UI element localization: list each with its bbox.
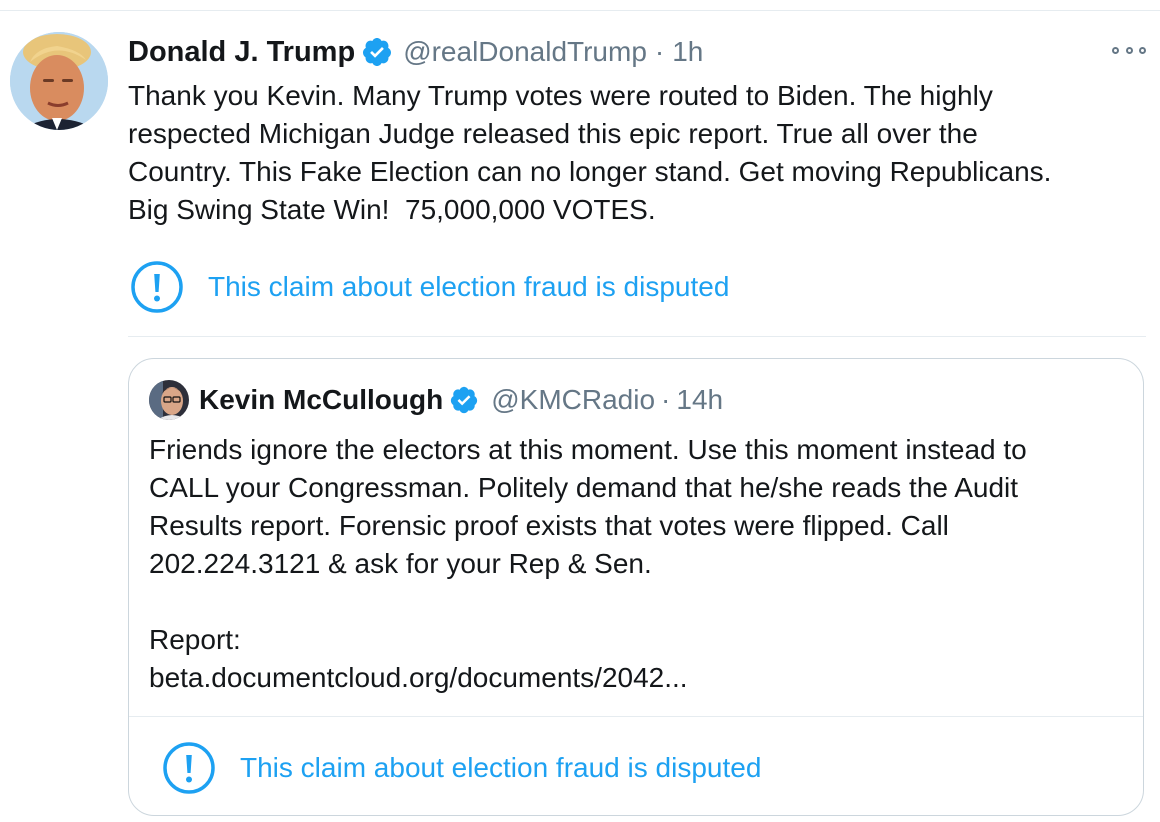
quoted-tweet-timestamp[interactable]: 14h — [676, 384, 723, 416]
content-divider — [128, 336, 1146, 337]
disputed-claim-link[interactable]: This claim about election fraud is dispu… — [208, 271, 729, 303]
exclamation-circle-icon — [130, 260, 184, 314]
quoted-author-name[interactable]: Kevin McCullough — [199, 384, 443, 416]
separator-dot: · — [654, 36, 665, 67]
tweet-text: Thank you Kevin. Many Trump votes were r… — [128, 80, 1052, 225]
disputed-claim-notice[interactable]: This claim about election fraud is dispu… — [130, 260, 729, 314]
author-name[interactable]: Donald J. Trump — [128, 36, 355, 69]
separator-dot: · — [661, 384, 671, 415]
avatar-image — [10, 32, 108, 130]
quoted-author-avatar[interactable] — [149, 380, 189, 420]
quoted-tweet-divider — [129, 716, 1143, 717]
verified-badge-icon — [449, 385, 479, 415]
quoted-disputed-claim-notice[interactable]: This claim about election fraud is dispu… — [162, 741, 761, 795]
quoted-tweet-text: Friends ignore the electors at this mome… — [149, 434, 1027, 693]
quoted-tweet-header: Kevin McCullough @KMCRadio · 14h — [149, 379, 723, 421]
more-options-icon[interactable] — [1112, 40, 1146, 60]
exclamation-circle-icon — [162, 741, 216, 795]
tweet-timestamp[interactable]: 1h — [672, 36, 703, 68]
top-divider — [0, 10, 1160, 11]
author-avatar[interactable] — [10, 32, 108, 130]
quoted-disputed-claim-link[interactable]: This claim about election fraud is dispu… — [240, 752, 761, 784]
author-handle[interactable]: @realDonaldTrump — [403, 36, 647, 68]
verified-badge-icon — [361, 36, 393, 68]
quoted-author-handle[interactable]: @KMCRadio — [491, 384, 655, 416]
tweet-header: Donald J. Trump @realDonaldTrump · 1h — [128, 32, 703, 72]
